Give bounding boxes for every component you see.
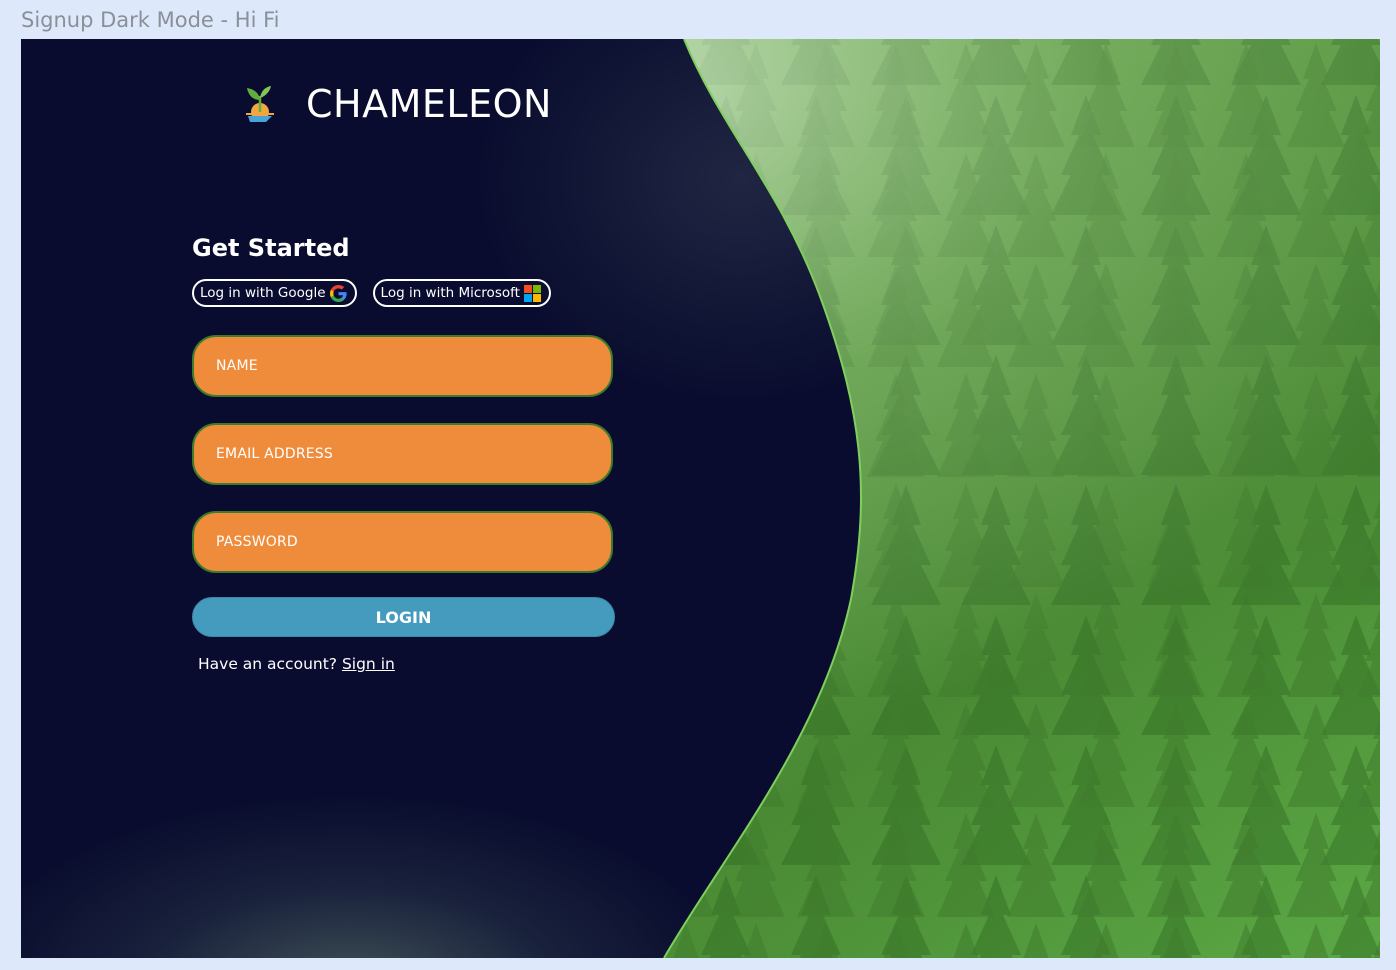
signin-link[interactable]: Sign in [342,655,395,673]
login-button[interactable]: LOGIN [192,597,615,637]
frame-label: Signup Dark Mode - Hi Fi [21,8,280,32]
google-login-label: Log in with Google [200,285,326,301]
page-title: Get Started [192,234,350,262]
password-field[interactable]: PASSWORD [192,511,613,573]
account-prompt-text: Have an account? [198,655,338,673]
email-field[interactable]: EMAIL ADDRESS [192,423,613,485]
signup-form: Get Started Log in with Google Log in wi… [192,229,622,673]
password-field-placeholder: PASSWORD [216,534,298,550]
google-icon [329,284,347,302]
name-field[interactable]: NAME [192,335,613,397]
brand: CHAMELEON [238,79,552,129]
signin-prompt: Have an account? Sign in [198,655,622,673]
name-field-placeholder: NAME [216,358,258,374]
microsoft-login-button[interactable]: Log in with Microsoft [372,279,551,307]
login-button-label: LOGIN [375,607,432,627]
microsoft-login-label: Log in with Microsoft [380,285,520,301]
signup-artboard: CHAMELEON Get Started Log in with Google… [21,39,1380,958]
social-login-row: Log in with Google Log in with Microsoft [192,279,622,307]
microsoft-icon [523,284,541,302]
brand-name: CHAMELEON [306,82,552,126]
google-login-button[interactable]: Log in with Google [192,279,357,307]
email-field-placeholder: EMAIL ADDRESS [216,446,333,462]
sprout-sunrise-logo-icon [246,86,274,122]
